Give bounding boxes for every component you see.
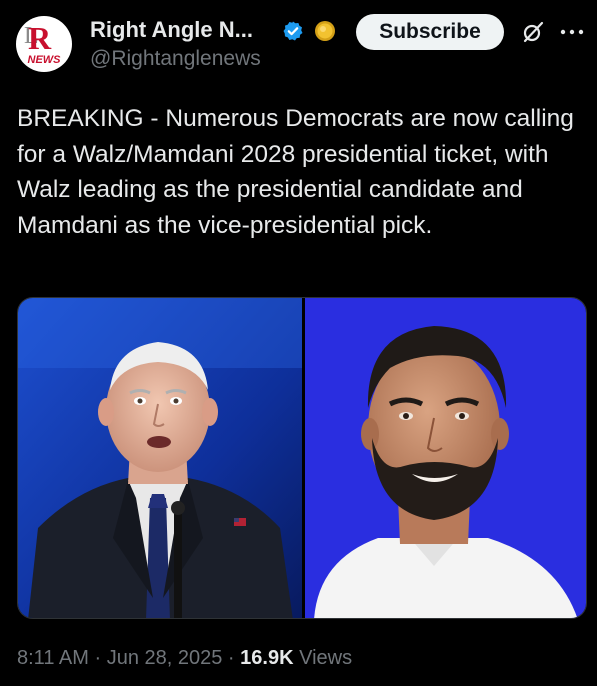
avatar-logo-letter: R: [28, 20, 52, 56]
tweet-header: L R NEWS Right Angle N... @Rightanglenew…: [0, 0, 597, 90]
account-handle[interactable]: @Rightanglenews: [90, 47, 261, 71]
more-options-icon[interactable]: [558, 26, 586, 38]
avatar[interactable]: L R NEWS: [16, 16, 72, 72]
subscribe-button[interactable]: Subscribe: [356, 14, 504, 50]
gold-coin-icon[interactable]: [314, 20, 336, 42]
tweet-media-image[interactable]: [17, 297, 587, 619]
tweet-text: BREAKING - Numerous Democrats are now ca…: [17, 105, 574, 239]
left-photo-panel: [18, 298, 302, 618]
grok-icon[interactable]: [521, 20, 545, 44]
tweet-date[interactable]: Jun 28, 2025: [107, 647, 223, 669]
tweet-meta: 8:11 AM · Jun 28, 2025 · 16.9K Views: [17, 647, 352, 670]
verified-badge-icon[interactable]: [282, 20, 304, 42]
avatar-logo-text: NEWS: [27, 54, 61, 66]
tweet-time[interactable]: 8:11 AM: [17, 647, 89, 669]
meta-separator: ·: [227, 647, 235, 669]
meta-separator: ·: [94, 647, 102, 669]
views-label: Views: [299, 647, 353, 669]
right-photo-panel: [305, 298, 586, 618]
media-photo-collage: [18, 298, 586, 618]
views-count: 16.9K: [240, 647, 294, 669]
display-name[interactable]: Right Angle N...: [90, 17, 253, 43]
